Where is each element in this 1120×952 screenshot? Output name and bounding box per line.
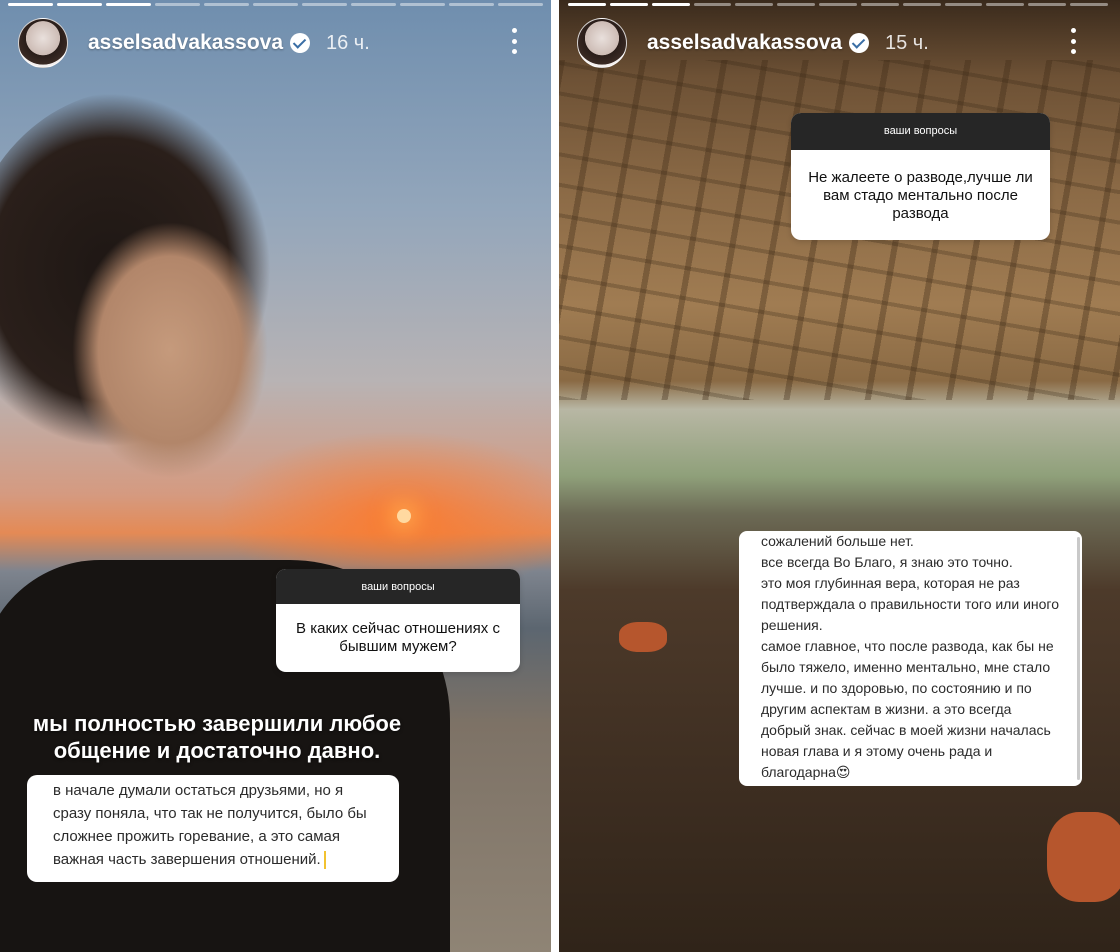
- answer-line: добрый знак. сейчас в моей жизни началас…: [761, 722, 1051, 738]
- progress-segment: [609, 3, 648, 6]
- answer-line: это моя глубинная вера, которая не раз: [761, 575, 1020, 591]
- story-progress-bar: [8, 3, 543, 6]
- question-sticker-header: ваши вопросы: [276, 569, 520, 604]
- answer-text-box: в начале думали остаться друзьями, но я …: [27, 775, 399, 882]
- progress-segment: [1028, 3, 1067, 6]
- answer-line: самое главное, что после развода, как бы…: [761, 638, 1054, 654]
- story-header: asselsadvakassova 16 ч.: [18, 18, 370, 68]
- answer-line: другим аспектам в жизни. а это всегда: [761, 701, 1012, 717]
- story-divider: [551, 0, 559, 952]
- progress-segment: [498, 3, 543, 6]
- verified-badge-icon: [849, 33, 869, 53]
- progress-segment: [351, 3, 396, 6]
- progress-segment: [106, 3, 151, 6]
- progress-segment: [155, 3, 200, 6]
- progress-segment: [253, 3, 298, 6]
- progress-segment: [860, 3, 899, 6]
- question-sticker-text: В каких сейчас отношениях с бывшим мужем…: [296, 620, 500, 655]
- answer-line: новая глава и я этому очень рада и: [761, 743, 993, 759]
- floor-cushion: [619, 622, 667, 652]
- question-sticker-header: ваши вопросы: [791, 113, 1050, 150]
- answer-text: в начале думали остаться друзьями, но я …: [53, 782, 367, 868]
- answer-line: все всегда Во Благо, я знаю это точно.: [761, 554, 1013, 570]
- story-time: 16 ч.: [326, 31, 370, 54]
- story-header: asselsadvakassova 15 ч.: [577, 18, 929, 68]
- username[interactable]: asselsadvakassova: [88, 31, 283, 55]
- verified-badge-icon: [290, 33, 310, 53]
- question-sticker[interactable]: ваши вопросы В каких сейчас отношениях с…: [276, 569, 520, 672]
- progress-segment: [8, 3, 53, 6]
- story-right[interactable]: asselsadvakassova 15 ч. ваши вопросы Не …: [559, 0, 1120, 952]
- progress-segment: [986, 3, 1025, 6]
- answer-line: сожалений больше нет.: [761, 533, 914, 549]
- username[interactable]: asselsadvakassova: [647, 31, 842, 55]
- question-sticker[interactable]: ваши вопросы Не жалеете о разводе,лучше …: [791, 113, 1050, 240]
- story-left[interactable]: asselsadvakassova 16 ч. ваши вопросы В к…: [0, 0, 551, 952]
- progress-segment: [819, 3, 857, 6]
- answer-line: подтверждала о правильности того или ино…: [761, 596, 1059, 612]
- answer-line: лучше. и по здоровью, по состоянию и по: [761, 680, 1032, 696]
- progress-segment: [57, 3, 102, 6]
- progress-segment: [400, 3, 445, 6]
- story-time: 15 ч.: [885, 31, 929, 54]
- answer-title: мы полностью завершили любое общение и д…: [32, 711, 402, 763]
- answer-line: благодарна😍: [761, 764, 851, 780]
- progress-segment: [204, 3, 249, 6]
- progress-segment: [735, 3, 774, 6]
- text-cursor: [323, 851, 326, 870]
- answer-text: сожалений больше нет. все всегда Во Благо…: [739, 531, 1082, 783]
- story-progress-bar: [568, 3, 1108, 6]
- more-options-icon[interactable]: [1070, 28, 1076, 54]
- progress-segment: [693, 3, 732, 6]
- answer-text-box: сожалений больше нет. все всегда Во Благо…: [739, 531, 1082, 786]
- avatar[interactable]: [18, 18, 68, 68]
- progress-segment: [651, 3, 690, 6]
- more-options-icon[interactable]: [511, 28, 517, 54]
- floor-cushion: [1047, 812, 1120, 902]
- question-sticker-text: Не жалеете о разводе,лучше ли вам стадо …: [808, 169, 1033, 222]
- answer-line: было тяжело, именно ментально, мне стало: [761, 659, 1051, 675]
- scrollbar[interactable]: [1077, 537, 1080, 780]
- woman-portrait: [0, 90, 320, 510]
- progress-segment: [902, 3, 941, 6]
- sunset-sun: [397, 509, 411, 523]
- progress-segment: [777, 3, 816, 6]
- answer-line: решения.: [761, 617, 823, 633]
- progress-segment: [568, 3, 606, 6]
- progress-segment: [944, 3, 983, 6]
- progress-segment: [449, 3, 494, 6]
- progress-segment: [1070, 3, 1108, 6]
- avatar[interactable]: [577, 18, 627, 68]
- progress-segment: [302, 3, 347, 6]
